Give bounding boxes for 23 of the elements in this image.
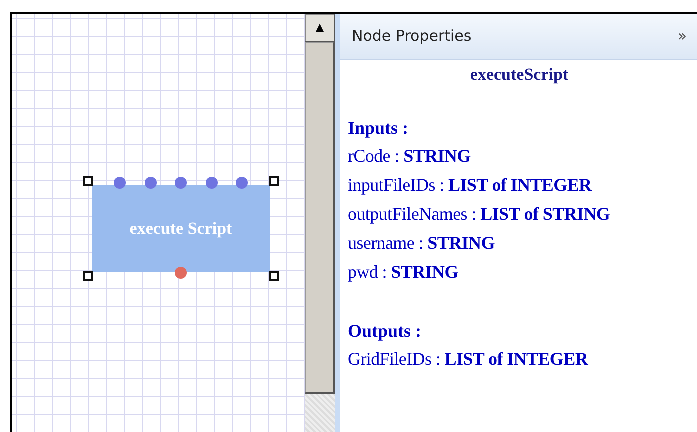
input-port[interactable] <box>144 177 156 189</box>
input-port[interactable] <box>114 177 126 189</box>
input-port[interactable] <box>175 177 187 189</box>
section-heading: Inputs : <box>348 116 410 140</box>
property-line: pwd : STRING <box>348 260 460 284</box>
output-port[interactable] <box>175 267 187 279</box>
section-heading: Outputs : <box>348 320 423 343</box>
selection-handle[interactable] <box>269 176 279 186</box>
property-line: rCode : STRING <box>348 144 472 168</box>
selection-handle[interactable] <box>269 271 279 281</box>
input-port[interactable] <box>206 177 218 189</box>
property-line: inputFileIDs : LIST of INTEGER <box>348 174 594 197</box>
input-port[interactable] <box>236 177 248 189</box>
selection-handle[interactable] <box>83 271 93 281</box>
property-line: outputFileNames : LIST of STRING <box>348 202 612 226</box>
scrollbar-thumb[interactable] <box>305 42 335 394</box>
panel-title: Node Properties <box>352 26 472 48</box>
property-line: username : STRING <box>348 232 496 254</box>
scroll-up-button[interactable]: ▲ <box>305 14 335 42</box>
property-line: GridFileIDs : LIST of INTEGER <box>348 348 590 370</box>
collapse-button[interactable]: » <box>678 25 687 48</box>
selection-handle[interactable] <box>83 176 93 186</box>
node-name-heading: executeScript <box>469 64 570 86</box>
